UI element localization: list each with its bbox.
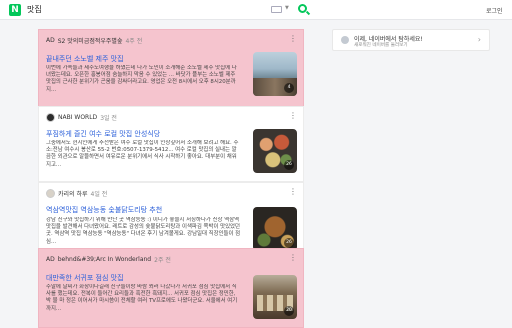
login-link[interactable]: 로그인 xyxy=(486,6,503,15)
post-age: 4일 전 xyxy=(90,190,108,198)
author-name[interactable]: NABI WORLD xyxy=(58,114,97,121)
naver-app-icon xyxy=(341,36,349,44)
card-meta: 카리의 하루 4일 전 xyxy=(46,188,107,198)
result-card[interactable]: AD behnd&#39;Arc In Wonderland 2주 전 ⋮ 대만… xyxy=(38,248,304,328)
author-name[interactable]: behnd&#39;Arc In Wonderland xyxy=(58,256,151,263)
card-meta: AD S2 맛의미금점적우주별숲 4주 전 xyxy=(46,35,142,45)
banner-subtitle: 새로워진 네이버를 둘러보기 xyxy=(354,43,408,48)
search-query[interactable]: 맛집 xyxy=(27,4,42,15)
card-description: 이번에 가족들과 제주도여행을 하였는데 다가 도민이 소개해준 소노벨 제주 … xyxy=(46,65,237,93)
card-thumbnail[interactable]: 4 xyxy=(253,52,297,96)
card-title[interactable]: 푸짐하게 즐긴 여수 로컬 맛집 안성식당 xyxy=(46,129,160,139)
card-description: 그중에서도 현지인에게 추천받은 여수 로컬 맛집이 인상깊어서 소개해 보려고… xyxy=(46,140,239,168)
card-description: 주말에 날씨가 화창이다길래 친구들이랑 바람 쐬러 나갔다가 서귀포 점심 맛… xyxy=(46,284,238,312)
chevron-right-icon[interactable]: › xyxy=(478,35,481,44)
image-count-badge: 20 xyxy=(284,306,294,316)
result-card[interactable]: AD S2 맛의미금점적우주별숲 4주 전 ⋮ 끝내주던 소노벨 제주 맛집 이… xyxy=(38,29,304,115)
card-thumbnail[interactable]: 26 xyxy=(253,129,297,173)
ad-badge: AD xyxy=(46,36,55,44)
card-title[interactable]: 끝내주던 소노벨 제주 맛집 xyxy=(46,54,124,64)
author-name[interactable]: S2 맛의미금점적우주별숲 xyxy=(58,36,123,45)
top-header: N 맛집 ▼ 로그인 xyxy=(0,0,512,20)
more-options-icon[interactable]: ⋮ xyxy=(289,111,297,120)
image-count-badge: 4 xyxy=(284,83,294,93)
post-age: 2주 전 xyxy=(154,256,171,264)
image-count-badge: 26 xyxy=(284,238,294,248)
promo-banner[interactable]: 이제, 네이버에서 탐하세요! 새로워진 네이버를 둘러보기 › xyxy=(332,29,490,51)
result-card[interactable]: NABI WORLD 3일 전 ⋮ 푸짐하게 즐긴 여수 로컬 맛집 안성식당 … xyxy=(38,106,304,182)
card-thumbnail[interactable]: 20 xyxy=(253,275,297,319)
more-options-icon[interactable]: ⋮ xyxy=(289,253,297,262)
card-title[interactable]: 역삼역맛집 역삼능동 숯불닭도리탕 추천 xyxy=(46,205,162,215)
card-thumbnail[interactable]: 26 xyxy=(253,207,297,251)
post-age: 3일 전 xyxy=(100,114,117,122)
naver-logo[interactable]: N xyxy=(9,4,21,16)
author-name[interactable]: 카리의 하루 xyxy=(58,189,88,198)
card-meta: AD behnd&#39;Arc In Wonderland 2주 전 xyxy=(46,254,171,264)
search-icon[interactable] xyxy=(298,4,307,13)
more-options-icon[interactable]: ⋮ xyxy=(289,187,297,196)
ad-badge: AD xyxy=(46,255,55,263)
post-age: 4주 전 xyxy=(125,37,143,45)
card-title[interactable]: 대만족한 서귀포 점심 맛집 xyxy=(46,273,124,283)
image-count-badge: 26 xyxy=(284,160,294,170)
keyboard-icon[interactable] xyxy=(271,6,282,13)
avatar xyxy=(46,188,55,198)
card-meta: NABI WORLD 3일 전 xyxy=(46,112,117,122)
dropdown-caret-icon[interactable]: ▼ xyxy=(285,5,289,11)
more-options-icon[interactable]: ⋮ xyxy=(289,34,297,43)
avatar xyxy=(46,112,55,122)
